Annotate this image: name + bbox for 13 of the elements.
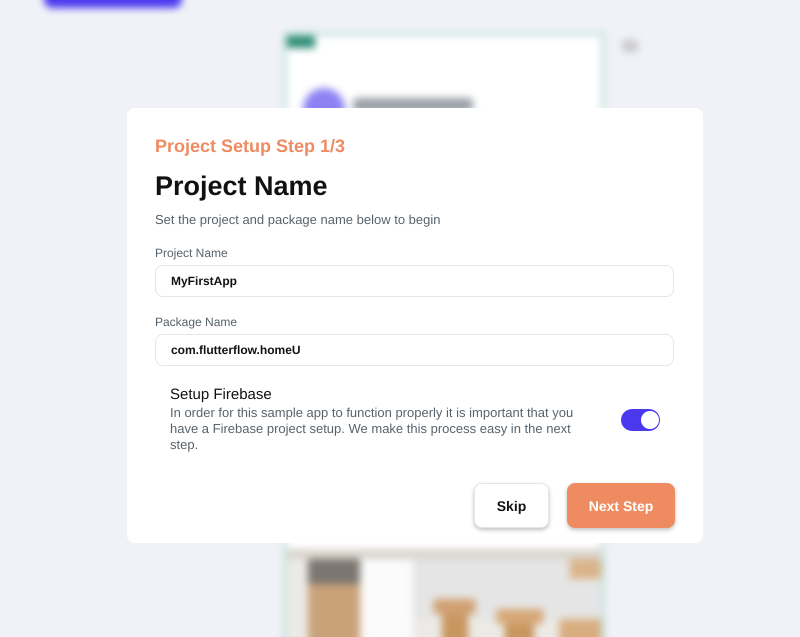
step-label: Project Setup Step 1/3	[155, 136, 346, 157]
firebase-description: In order for this sample app to function properly it is important that you have a Firebase project setup. We make this process easy in the next step.	[170, 405, 574, 453]
firebase-title: Setup Firebase	[170, 386, 273, 403]
dialog-subtitle: Set the project and package name below to begin	[155, 212, 442, 227]
dialog-title: Project Name	[155, 171, 329, 202]
field-label: Project Name	[155, 246, 229, 260]
field-label: Package Name	[155, 315, 238, 329]
input-field[interactable]: MyFirstApp	[155, 265, 674, 297]
input-field[interactable]: com.flutterflow.homeU	[155, 334, 674, 366]
blurred-chip	[622, 40, 638, 52]
skip-button[interactable]: Skip	[474, 483, 549, 528]
preview-tag	[287, 36, 315, 48]
firebase-toggle[interactable]	[620, 408, 660, 430]
